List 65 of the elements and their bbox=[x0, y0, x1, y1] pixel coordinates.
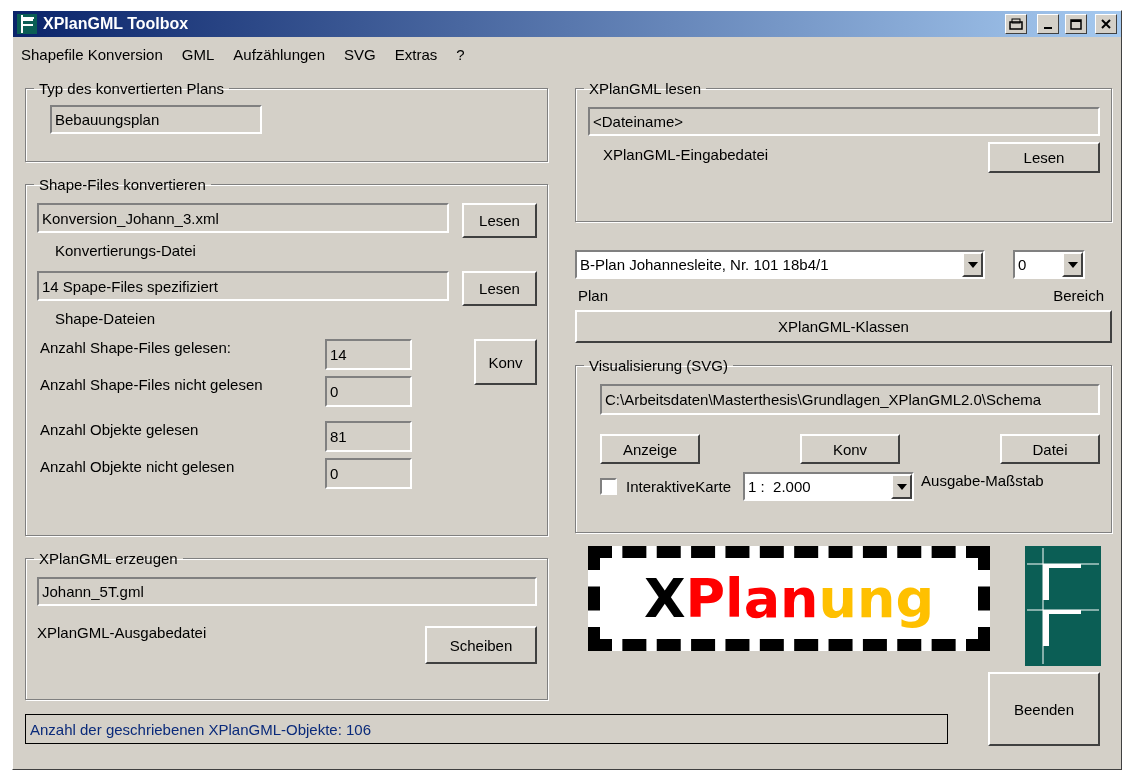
logo-text: ung bbox=[818, 567, 935, 630]
minimize-button[interactable] bbox=[1037, 14, 1059, 34]
count-label: Anzahl Shape-Files gelesen: bbox=[40, 339, 232, 356]
count-field: 14 bbox=[325, 339, 412, 370]
file-field[interactable]: 14 Spape-Files spezifiziert bbox=[37, 271, 449, 301]
count-label: Anzahl Objekte nicht gelesen bbox=[40, 458, 236, 475]
input-file-field[interactable]: <Dateiname> bbox=[588, 107, 1100, 136]
area-dropdown[interactable]: 0 bbox=[1013, 250, 1085, 279]
close-icon bbox=[1101, 19, 1111, 29]
minimize-icon bbox=[1044, 27, 1052, 29]
action-button[interactable]: Konv bbox=[800, 434, 900, 464]
field-label: Ausgabe-Maßstab bbox=[921, 472, 1044, 489]
caret-icon bbox=[967, 261, 978, 268]
group-title: XPlanGML lesen bbox=[588, 80, 702, 97]
field-label: Plan bbox=[578, 287, 609, 304]
output-file-field[interactable]: Johann_5T.gml bbox=[37, 577, 537, 606]
app-icon bbox=[17, 14, 37, 34]
maximize-button[interactable] bbox=[1065, 14, 1087, 34]
plan-type-field[interactable]: Bebauungsplan bbox=[50, 105, 262, 134]
field-label: Bereich bbox=[1053, 287, 1104, 304]
action-button[interactable]: Anzeige bbox=[600, 434, 700, 464]
scale-dropdown[interactable]: 1 : 2.000 bbox=[743, 472, 915, 501]
quit-button[interactable]: Beenden bbox=[988, 672, 1100, 746]
convert-button[interactable]: Konv bbox=[474, 339, 537, 385]
count-label: Anzahl Shape-Files nicht gelesen bbox=[40, 376, 264, 393]
maximize-icon bbox=[1070, 18, 1082, 30]
action-button[interactable]: Datei bbox=[1000, 434, 1100, 464]
menu-item[interactable]: Aufzählungen bbox=[233, 46, 326, 70]
caret-icon bbox=[1067, 261, 1078, 268]
print-button[interactable] bbox=[1005, 14, 1027, 34]
window-title: XPlanGML Toolbox bbox=[43, 15, 190, 33]
checkbox-label: InteraktiveKarte bbox=[626, 478, 732, 495]
logo-text: Plan bbox=[685, 567, 819, 630]
group-title: Typ des konvertierten Plans bbox=[38, 80, 226, 97]
group-title: Shape-Files konvertieren bbox=[38, 176, 207, 193]
count-field: 0 bbox=[325, 458, 412, 489]
field-label: Shape-Dateien bbox=[55, 310, 156, 327]
classes-button[interactable]: XPlanGML-Klassen bbox=[575, 310, 1112, 343]
read-button[interactable]: Lesen bbox=[462, 203, 537, 238]
write-button[interactable]: Scheiben bbox=[425, 626, 537, 664]
path-field[interactable]: C:\Arbeitsdaten\Masterthesis\Grundlagen_XPlanGML2.0\Schema bbox=[600, 384, 1100, 415]
count-label: Anzahl Objekte gelesen bbox=[40, 421, 200, 438]
f-logo-icon bbox=[1025, 546, 1101, 666]
printer-icon bbox=[1009, 18, 1023, 30]
menu-item[interactable]: GML bbox=[181, 46, 215, 70]
count-field: 81 bbox=[325, 421, 412, 452]
menu-item[interactable]: SVG bbox=[344, 46, 376, 70]
plan-dropdown[interactable]: B-Plan Johannesleite, Nr. 101 18b4/1 bbox=[575, 250, 985, 279]
read-button[interactable]: Lesen bbox=[462, 271, 537, 306]
caret-icon bbox=[896, 483, 907, 490]
field-label: Konvertierungs-Datei bbox=[55, 242, 196, 259]
read-button[interactable]: Lesen bbox=[988, 142, 1100, 173]
field-label: XPlanGML-Ausgabedatei bbox=[37, 624, 207, 641]
menu-item[interactable]: Extras bbox=[394, 46, 438, 70]
menu-item[interactable]: Shapefile Konversion bbox=[21, 46, 163, 70]
checkbox[interactable] bbox=[600, 478, 617, 495]
group-title: XPlanGML erzeugen bbox=[38, 550, 179, 567]
field-label: XPlanGML-Eingabedatei bbox=[603, 146, 769, 163]
count-field: 0 bbox=[325, 376, 412, 407]
group-title: Visualisierung (SVG) bbox=[588, 357, 729, 374]
close-button[interactable] bbox=[1095, 14, 1117, 34]
file-field[interactable]: Konversion_Johann_3.xml bbox=[37, 203, 449, 233]
menu-item[interactable]: ? bbox=[456, 46, 465, 70]
status-bar: Anzahl der geschriebenen XPlanGML-Objekte: 106 bbox=[25, 714, 948, 744]
logo-text: X bbox=[643, 567, 686, 630]
